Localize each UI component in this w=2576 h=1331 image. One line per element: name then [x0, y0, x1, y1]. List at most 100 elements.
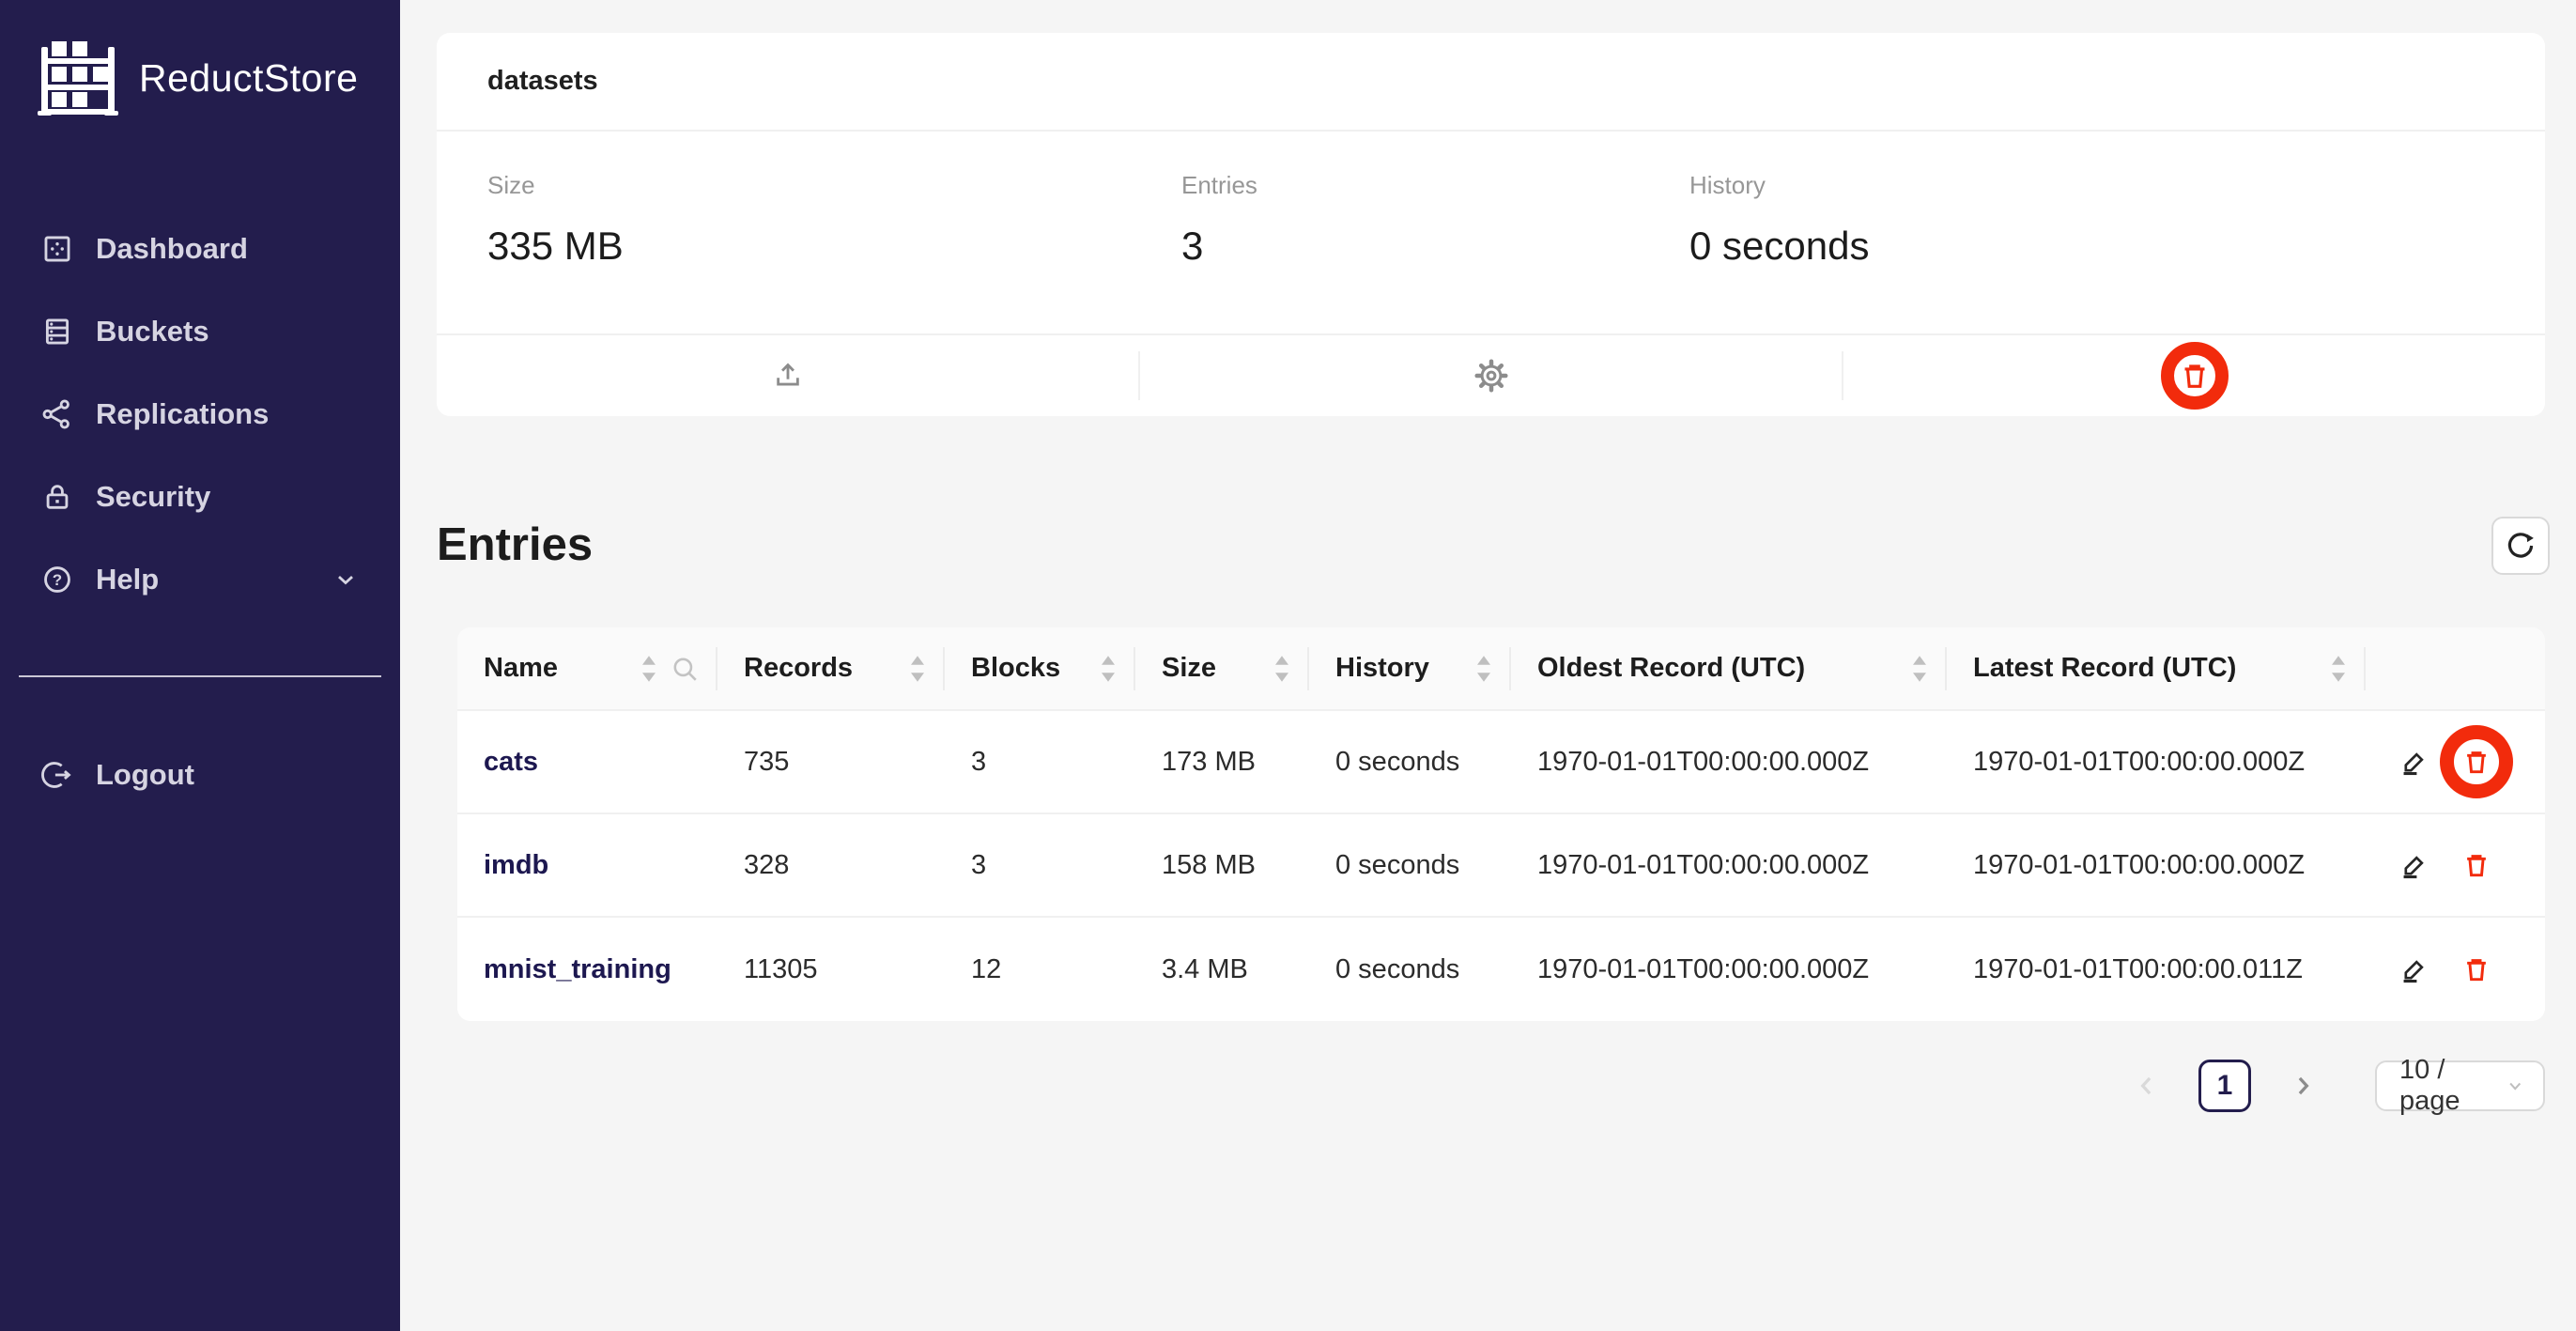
sort-caret-icon[interactable]: [640, 655, 657, 683]
svg-text:?: ?: [53, 571, 62, 589]
column-header-oldest-record[interactable]: Oldest Record (UTC): [1511, 627, 1947, 709]
entry-oldest-record: 1970-01-01T00:00:00.000Z: [1511, 747, 1947, 778]
bucket-actions: [437, 333, 2545, 416]
upload-button[interactable]: [772, 360, 804, 392]
help-question-icon: ?: [41, 564, 73, 596]
column-header-history[interactable]: History: [1309, 627, 1511, 709]
entry-delete-button[interactable]: [2461, 954, 2491, 984]
edit-pencil-icon: [2399, 747, 2429, 777]
entry-history: 0 seconds: [1309, 850, 1511, 881]
stat-value: 335 MB: [487, 223, 1181, 270]
entry-size: 173 MB: [1135, 747, 1309, 778]
delete-trash-icon: [2461, 954, 2491, 984]
entry-size: 3.4 MB: [1135, 954, 1309, 985]
replications-share-icon: [41, 398, 73, 430]
entry-blocks: 3: [945, 850, 1135, 881]
reductstore-logo-icon: [38, 38, 118, 118]
bucket-stats: Size 335 MB Entries 3 History 0 seconds: [437, 132, 2545, 333]
table-row: imdb 328 3 158 MB 0 seconds 1970-01-01T0…: [457, 814, 2545, 918]
sidebar-item-security[interactable]: Security: [0, 456, 400, 538]
refresh-button[interactable]: [2491, 517, 2550, 575]
search-icon[interactable]: [671, 655, 699, 683]
sidebar: ReductStore Dashboard: [0, 0, 400, 1331]
sort-caret-icon[interactable]: [1273, 655, 1290, 683]
sidebar-item-dashboard[interactable]: Dashboard: [0, 208, 400, 290]
app-root: ReductStore Dashboard: [0, 0, 2576, 1331]
column-header-latest-record[interactable]: Latest Record (UTC): [1947, 627, 2366, 709]
stat-size: Size 335 MB: [487, 171, 1181, 333]
table-header-row: Name Records Blocks: [457, 627, 2545, 711]
stat-value: 0 seconds: [1689, 223, 2545, 270]
entry-history: 0 seconds: [1309, 954, 1511, 985]
buckets-database-icon: [41, 316, 73, 348]
sidebar-item-buckets[interactable]: Buckets: [0, 290, 400, 373]
sidebar-item-help[interactable]: ? Help: [0, 538, 400, 621]
sidebar-divider: [19, 675, 381, 677]
sidebar-item-replications[interactable]: Replications: [0, 373, 400, 456]
column-header-size[interactable]: Size: [1135, 627, 1309, 709]
entry-records: 11305: [717, 954, 945, 985]
sort-caret-icon[interactable]: [1100, 655, 1117, 683]
entry-latest-record: 1970-01-01T00:00:00.011Z: [1947, 954, 2366, 985]
entry-actions: [2366, 850, 2545, 880]
entry-latest-record: 1970-01-01T00:00:00.000Z: [1947, 747, 2366, 778]
entry-edit-button[interactable]: [2399, 747, 2429, 777]
logo-link[interactable]: ReductStore: [0, 0, 400, 118]
bucket-card: datasets Size 335 MB Entries 3 History 0…: [437, 33, 2545, 416]
entry-name-link[interactable]: cats: [457, 747, 717, 778]
stat-label: Entries: [1181, 171, 1689, 200]
table-row: cats 735 3 173 MB 0 seconds 1970-01-01T0…: [457, 711, 2545, 814]
column-header-name[interactable]: Name: [457, 627, 717, 709]
stat-entries: Entries 3: [1181, 171, 1689, 333]
bucket-title: datasets: [487, 66, 598, 97]
entry-blocks: 3: [945, 747, 1135, 778]
sort-caret-icon[interactable]: [909, 655, 926, 683]
entry-edit-button[interactable]: [2399, 850, 2429, 880]
settings-button[interactable]: [1474, 359, 1508, 393]
stat-value: 3: [1181, 223, 1689, 270]
upload-icon: [772, 360, 804, 392]
sidebar-item-label: Security: [96, 480, 210, 514]
entry-history: 0 seconds: [1309, 747, 1511, 778]
previous-page-button[interactable]: [2133, 1072, 2161, 1100]
chevron-left-icon: [2133, 1072, 2161, 1100]
column-header-blocks[interactable]: Blocks: [945, 627, 1135, 709]
reload-icon: [2506, 531, 2536, 561]
entry-oldest-record: 1970-01-01T00:00:00.000Z: [1511, 954, 1947, 985]
entry-records: 735: [717, 747, 945, 778]
pagination: 1 10 / page: [2133, 1060, 2545, 1112]
entry-name-link[interactable]: imdb: [457, 850, 717, 881]
entry-edit-button[interactable]: [2399, 954, 2429, 984]
bucket-card-header: datasets: [437, 33, 2545, 132]
entry-blocks: 12: [945, 954, 1135, 985]
sort-caret-icon[interactable]: [1475, 655, 1492, 683]
entries-title: Entries: [437, 518, 593, 572]
page-number-button[interactable]: 1: [2198, 1060, 2251, 1112]
delete-trash-icon: [2179, 360, 2211, 392]
entry-records: 328: [717, 850, 945, 881]
sidebar-item-label: Help: [96, 563, 159, 596]
logout-button[interactable]: Logout: [0, 734, 400, 816]
logo-text: ReductStore: [139, 56, 358, 101]
chevron-right-icon: [2289, 1072, 2317, 1100]
bucket-delete-button[interactable]: [2179, 360, 2211, 392]
stat-label: History: [1689, 171, 2545, 200]
dashboard-icon: [41, 233, 73, 265]
next-page-button[interactable]: [2289, 1072, 2317, 1100]
entry-delete-button[interactable]: [2461, 747, 2491, 777]
entry-size: 158 MB: [1135, 850, 1309, 881]
sort-caret-icon[interactable]: [1911, 655, 1928, 683]
sidebar-item-label: Replications: [96, 397, 269, 431]
entry-name-link[interactable]: mnist_training: [457, 954, 717, 985]
table-row: mnist_training 11305 12 3.4 MB 0 seconds…: [457, 918, 2545, 1021]
sidebar-item-label: Dashboard: [96, 232, 248, 266]
sort-caret-icon[interactable]: [2330, 655, 2347, 683]
edit-pencil-icon: [2399, 954, 2429, 984]
main-content: datasets Size 335 MB Entries 3 History 0…: [400, 0, 2576, 1331]
column-header-records[interactable]: Records: [717, 627, 945, 709]
column-header-actions: [2366, 627, 2545, 709]
entry-delete-button[interactable]: [2461, 850, 2491, 880]
entry-latest-record: 1970-01-01T00:00:00.000Z: [1947, 850, 2366, 881]
page-size-select[interactable]: 10 / page: [2375, 1060, 2545, 1111]
security-lock-icon: [41, 481, 73, 513]
